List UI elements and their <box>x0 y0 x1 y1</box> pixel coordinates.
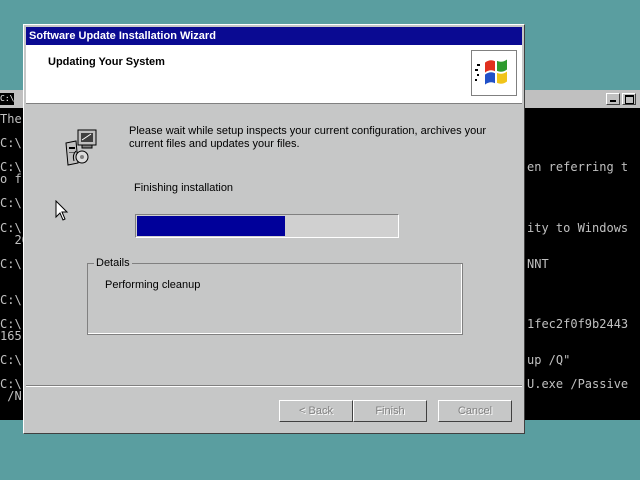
finish-button[interactable]: Finish <box>353 400 427 422</box>
console-line: 165 <box>0 329 22 343</box>
console-line: /N <box>0 389 22 403</box>
install-progress-bar <box>135 214 399 238</box>
wizard-title: Software Update Installation Wizard <box>29 30 216 42</box>
progress-bar-fill <box>137 216 285 236</box>
details-text: Performing cleanup <box>105 279 201 291</box>
windows-flag-icon <box>471 50 517 96</box>
maximize-icon[interactable] <box>622 93 636 105</box>
console-line: C:\ <box>0 257 22 271</box>
console-line: en referring t <box>527 160 629 174</box>
console-line: C:\ <box>0 196 22 210</box>
install-status-label: Finishing installation <box>134 182 234 194</box>
page-title: Updating Your System <box>48 56 165 68</box>
wizard-description: Please wait while setup inspects your cu… <box>129 125 487 150</box>
wizard-titlebar[interactable]: Software Update Installation Wizard <box>26 27 522 45</box>
details-groupbox: Details Performing cleanup <box>87 257 463 335</box>
console-app-icon[interactable]: C:\ <box>0 93 14 105</box>
details-label: Details <box>94 257 132 270</box>
back-button[interactable]: < Back <box>279 400 353 422</box>
console-line: U.exe /Passive <box>527 377 629 391</box>
console-line: C:\ <box>0 293 22 307</box>
minimize-icon[interactable] <box>606 93 620 105</box>
mouse-cursor-icon <box>55 199 69 227</box>
console-line: C:\ <box>0 136 22 150</box>
wizard-header: Updating Your System <box>26 45 522 104</box>
console-line: up /Q" <box>527 353 571 367</box>
console-line: 1fec2f0f9b2443 <box>527 317 629 331</box>
console-line: The <box>0 112 22 126</box>
setup-computer-icon <box>62 127 100 172</box>
button-separator <box>26 385 522 387</box>
console-line: C:\ <box>0 353 22 367</box>
cancel-button[interactable]: Cancel <box>438 400 512 422</box>
console-line: NNT <box>527 257 549 271</box>
installation-wizard-dialog[interactable]: Software Update Installation Wizard Upda… <box>23 24 525 434</box>
console-line: o f <box>0 172 22 186</box>
console-line: ity to Windows <box>527 221 629 235</box>
